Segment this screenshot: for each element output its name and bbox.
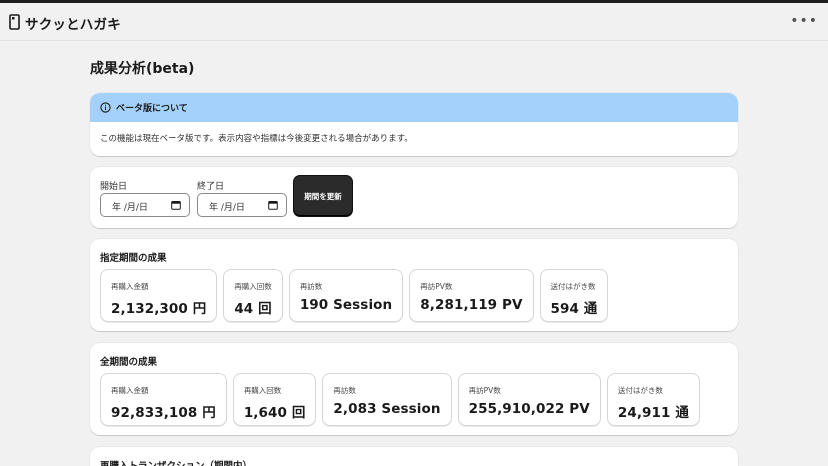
calendar-icon[interactable] xyxy=(171,200,181,210)
app-title: サクッとハガキ xyxy=(25,17,121,33)
transactions-card: 再購入トランザクション（期間内） xyxy=(90,447,738,466)
metric-card-postcards-sent: 送付はがき数 24,911 通 xyxy=(606,373,700,426)
metric-label: 再訪PV数 xyxy=(420,282,453,291)
date-filter-card: 開始日 年 /月/日 終了日 年 /月/日 期間を更新 xyxy=(90,167,738,228)
start-date-value: 年 /月/日 xyxy=(112,203,148,213)
section-title: 全期間の成果 xyxy=(100,357,158,368)
metric-label: 再購入金額 xyxy=(111,282,149,291)
metric-card-revisits: 再訪数 2,083 Session xyxy=(322,373,452,426)
metric-value: 92,833,108 円 xyxy=(111,405,216,421)
metric-value: 2,083 Session xyxy=(333,401,441,417)
metric-card-revisit-pv: 再訪PV数 8,281,119 PV xyxy=(409,269,534,322)
metric-label: 送付はがき数 xyxy=(617,386,663,395)
metric-value: 190 Session xyxy=(299,297,393,313)
end-date-input[interactable]: 年 /月/日 xyxy=(197,193,287,217)
metric-value: 44 回 xyxy=(234,301,272,317)
metric-label: 再購入回数 xyxy=(243,386,282,395)
banner-header: ベータ版について xyxy=(90,93,738,122)
metric-label: 送付はがき数 xyxy=(550,282,596,291)
metric-value: 24,911 通 xyxy=(617,405,689,421)
more-icon[interactable]: ••• xyxy=(790,13,818,29)
banner-body: この機能は現在ベータ版です。表示内容や指標は今後変更される場合があります。 xyxy=(100,134,413,144)
metric-card-repurchase-amount: 再購入金額 2,132,300 円 xyxy=(100,269,218,322)
period-results-card: 指定期間の成果 再購入金額 2,132,300 円 再購入回数 44 回 再訪数… xyxy=(90,239,738,331)
all-time-results-card: 全期間の成果 再購入金額 92,833,108 円 再購入回数 1,640 回 … xyxy=(90,343,738,435)
beta-notice-banner: ベータ版について この機能は現在ベータ版です。表示内容や指標は今後変更される場合… xyxy=(90,93,738,156)
metric-value: 594 通 xyxy=(550,301,598,317)
metric-value: 1,640 回 xyxy=(243,405,306,421)
start-date-input[interactable]: 年 /月/日 xyxy=(100,193,190,217)
metrics-row: 再購入金額 2,132,300 円 再購入回数 44 回 再訪数 190 Ses… xyxy=(100,269,609,322)
update-period-button[interactable]: 期間を更新 xyxy=(294,176,352,216)
metric-card-postcards-sent: 送付はがき数 594 通 xyxy=(539,269,609,322)
metric-label: 再訪数 xyxy=(333,386,356,395)
metrics-row: 再購入金額 92,833,108 円 再購入回数 1,640 回 再訪数 2,0… xyxy=(100,373,700,426)
metric-value: 8,281,119 PV xyxy=(420,297,523,313)
metric-card-revisits: 再訪数 190 Session xyxy=(288,269,404,322)
metric-card-repurchase-count: 再購入回数 1,640 回 xyxy=(232,373,317,426)
page-title: 成果分析(beta) xyxy=(90,61,195,77)
banner-title: ベータ版について xyxy=(116,104,188,114)
metric-label: 再訪PV数 xyxy=(468,386,501,395)
start-date-label: 開始日 xyxy=(100,182,128,192)
section-title: 再購入トランザクション（期間内） xyxy=(100,458,252,466)
metric-card-revisit-pv: 再訪PV数 255,910,022 PV xyxy=(457,373,601,426)
section-title: 指定期間の成果 xyxy=(100,253,167,264)
calendar-icon[interactable] xyxy=(268,200,278,210)
end-date-label: 終了日 xyxy=(197,182,225,192)
metric-label: 再訪数 xyxy=(299,282,323,291)
postcard-icon xyxy=(9,14,20,30)
app-header: サクッとハガキ ••• xyxy=(0,3,828,41)
metric-label: 再購入金額 xyxy=(111,386,149,395)
end-date-value: 年 /月/日 xyxy=(209,203,245,213)
metric-card-repurchase-count: 再購入回数 44 回 xyxy=(223,269,283,322)
metric-card-repurchase-amount: 再購入金額 92,833,108 円 xyxy=(100,373,227,426)
metric-label: 再購入回数 xyxy=(234,282,272,291)
metric-value: 255,910,022 PV xyxy=(468,401,590,417)
info-icon xyxy=(100,102,111,113)
metric-value: 2,132,300 円 xyxy=(111,301,207,317)
